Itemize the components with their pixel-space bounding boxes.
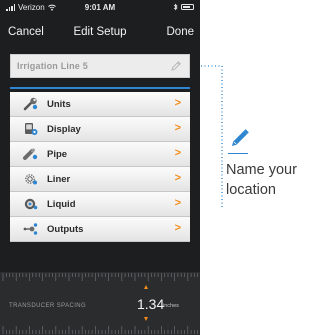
accent-divider [10, 87, 190, 89]
menu-item-label: Liquid [47, 199, 76, 210]
transducer-spacing-label: TRANSDUCER SPACING [9, 303, 87, 309]
menu-item-label: Outputs [47, 224, 84, 235]
status-time: 9:01 AM [84, 3, 116, 12]
callout-underline [228, 153, 248, 154]
bluetooth-icon [173, 3, 178, 11]
nav-bar: Cancel Edit Setup Done [0, 22, 200, 44]
menu-item-liquid[interactable]: Liquid > [10, 192, 190, 217]
liquid-icon [24, 198, 38, 210]
transducer-spacing-value: 1.34 [137, 296, 165, 312]
ruler-marker-icon [144, 285, 148, 289]
battery-icon [181, 4, 194, 10]
ruler-marker-icon [144, 317, 148, 321]
chevron-right-icon: > [174, 122, 181, 134]
edit-pencil-icon [232, 129, 249, 146]
menu-item-label: Display [47, 124, 81, 135]
chevron-right-icon: > [174, 97, 181, 109]
ruler-ticks-top[interactable] [0, 272, 200, 282]
menu-item-outputs[interactable]: Outputs > [10, 217, 190, 242]
location-name-field[interactable]: Irrigation Line 5 [10, 54, 190, 78]
transducer-spacing-unit: inches [163, 303, 179, 309]
status-bar: Verizon 9:01 AM [0, 0, 200, 14]
menu-item-label: Liner [47, 174, 71, 185]
chevron-right-icon: > [174, 197, 181, 209]
menu-item-display[interactable]: Display > [10, 117, 190, 142]
chevron-right-icon: > [174, 172, 181, 184]
menu-item-label: Units [47, 99, 71, 110]
battery-area [173, 3, 194, 11]
callout-line-1: Name your [226, 162, 297, 178]
pipe-icon [23, 148, 38, 160]
outputs-icon [23, 223, 38, 235]
menu-item-liner[interactable]: Liner > [10, 167, 190, 192]
pencil-icon[interactable] [169, 59, 183, 73]
done-button[interactable]: Done [167, 26, 195, 38]
chevron-right-icon: > [174, 147, 181, 159]
wrench-icon [23, 97, 38, 111]
callout-text: Name your location [226, 160, 308, 200]
phone-screen: Verizon 9:01 AM Cancel Edit Setup Done I… [0, 0, 200, 335]
transducer-spacing-panel[interactable]: TRANSDUCER SPACING 1.34 inches [0, 272, 200, 335]
ruler-ticks-bottom[interactable] [0, 325, 200, 335]
menu-item-label: Pipe [47, 149, 68, 160]
location-name-value[interactable]: Irrigation Line 5 [17, 61, 88, 71]
liner-icon [25, 174, 37, 185]
chevron-right-icon: > [174, 222, 181, 234]
callout-line-2: location [226, 182, 276, 198]
setup-menu: Units > Display > Pipe > Liner > Liquid … [10, 92, 190, 242]
display-gear-icon [25, 123, 38, 135]
menu-item-pipe[interactable]: Pipe > [10, 142, 190, 167]
menu-item-units[interactable]: Units > [10, 92, 190, 117]
